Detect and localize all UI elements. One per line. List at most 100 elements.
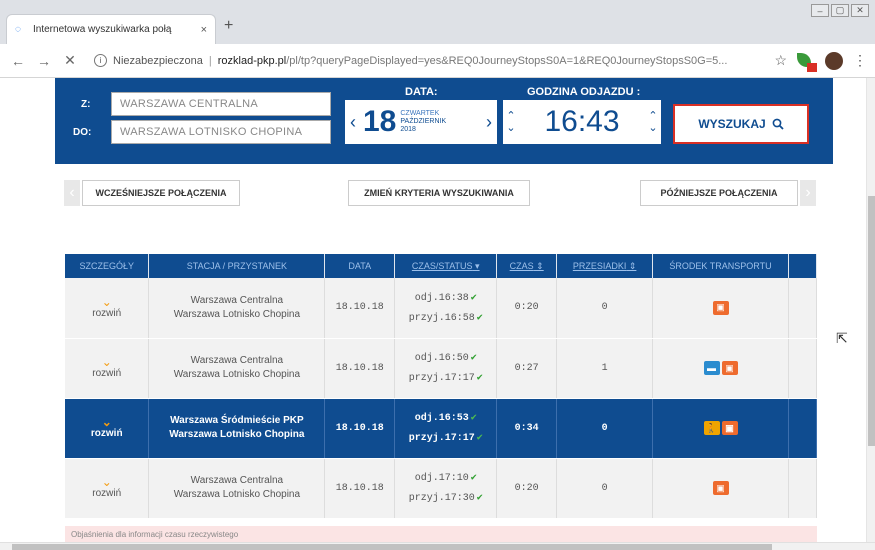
browser-tab[interactable]: ◌ Internetowa wyszukiwarka połą ×	[6, 14, 216, 44]
row-arrival: przyj.17:30	[408, 493, 475, 504]
address-bar[interactable]: i Niezabezpieczona | rozklad-pkp.pl /pl/…	[86, 49, 764, 73]
train-icon: ▣	[712, 300, 729, 315]
date-year: 2018	[400, 126, 416, 133]
col-header-transport: ŚRODEK TRANSPORTU	[652, 254, 789, 278]
table-row[interactable]: ⌄ rozwiń Warszawa Centralna Warszawa Lotni…	[65, 278, 818, 339]
table-row[interactable]: ⌄ rozwiń Warszawa Centralna Warszawa Lotni…	[65, 338, 818, 399]
col-header-transfers[interactable]: PRZESIADKI ⇕	[556, 254, 654, 278]
row-departure: odj.17:10	[414, 473, 469, 484]
menu-icon[interactable]: ⋮	[853, 52, 867, 69]
from-station-input[interactable]: WARSZAWA CENTRALNA	[111, 92, 331, 116]
expand-toggle[interactable]: ⌄ rozwiń	[65, 415, 148, 439]
chevron-down-icon: ⌄	[101, 475, 112, 489]
row-duration: 0:27	[496, 338, 558, 399]
date-details: CZWARTEK PAŹDZIERNIK 2018	[400, 110, 481, 134]
scrollbar-thumb[interactable]	[868, 196, 875, 446]
row-from-station: Warszawa Śródmieście PKP	[170, 415, 304, 426]
date-header: DATA:	[405, 86, 438, 98]
change-criteria-button[interactable]: ZMIEŃ KRYTERIA WYSZUKIWANIA	[348, 180, 530, 206]
date-month: PAŹDZIERNIK	[400, 118, 447, 125]
profile-avatar[interactable]	[825, 51, 843, 70]
time-spinner-right[interactable]: ⌃ ⌄	[645, 110, 661, 134]
extension-icon[interactable]	[797, 52, 817, 72]
check-icon: ✔	[470, 292, 477, 304]
row-duration: 0:34	[496, 398, 558, 459]
search-button-label: WYSZUKAJ	[698, 117, 766, 131]
earlier-arrow-icon[interactable]: ‹	[64, 180, 80, 206]
row-to-station: Warszawa Lotnisko Chopina	[173, 308, 301, 320]
next-day-icon[interactable]: ›	[481, 112, 497, 133]
time-value[interactable]: 16:43	[519, 105, 645, 139]
row-arrival: przyj.16:58	[408, 312, 475, 324]
expand-toggle[interactable]: ⌄ rozwiń	[65, 296, 148, 319]
row-date: 18.10.18	[324, 338, 396, 399]
table-row[interactable]: ⌄ rozwiń Warszawa Centralna Warszawa Lotni…	[65, 458, 818, 519]
to-label: DO:	[73, 127, 92, 138]
close-tab-icon[interactable]: ×	[201, 24, 207, 36]
expand-toggle[interactable]: ⌄ rozwiń	[65, 355, 148, 379]
row-from-station: Warszawa Centralna	[190, 475, 284, 486]
bookmark-star-icon[interactable]: ☆	[774, 52, 787, 69]
realtime-notice: Objaśnienia dla informacji czasu rzeczyw…	[65, 526, 817, 542]
time-spinner-left[interactable]: ⌃ ⌄	[503, 110, 519, 134]
row-to-station: Warszawa Lotnisko Chopina	[173, 489, 301, 500]
row-arrival: przyj.17:17	[408, 373, 475, 384]
browser-tabbar: ◌ Internetowa wyszukiwarka połą × + – ▢ …	[0, 0, 875, 44]
page-viewport: Z: DO: WARSZAWA CENTRALNA WARSZAWA LOTNI…	[0, 78, 866, 542]
from-label: Z:	[81, 99, 91, 110]
to-station-input[interactable]: WARSZAWA LOTNISKO CHOPINA	[111, 120, 331, 144]
tab-title: Internetowa wyszukiwarka połą	[33, 24, 172, 35]
close-window-icon[interactable]: ✕	[851, 4, 869, 17]
row-transfers: 0	[556, 278, 654, 339]
check-icon: ✔	[470, 413, 477, 424]
row-transfers: 0	[556, 398, 654, 459]
row-date: 18.10.18	[324, 278, 396, 339]
forward-icon[interactable]: →	[34, 53, 54, 69]
search-icon	[772, 118, 784, 130]
stop-icon[interactable]: ✕	[60, 52, 80, 69]
train-icon: ▣	[721, 421, 738, 435]
url-path: /pl/tp?queryPageDisplayed=yes&REQ0Journe…	[286, 54, 728, 67]
check-icon: ✔	[476, 312, 483, 324]
col-header-spacer	[788, 254, 818, 278]
tram-icon: ▬	[703, 361, 720, 375]
chevron-down-icon: ⌄	[101, 355, 112, 369]
search-button[interactable]: WYSZUKAJ	[673, 104, 809, 144]
chevron-down-icon: ⌄	[101, 415, 112, 429]
earlier-connections-button[interactable]: WCZEŚNIEJSZE POŁĄCZENIA	[82, 180, 240, 206]
info-icon[interactable]: i	[94, 54, 107, 67]
row-departure: odj.16:53	[414, 413, 469, 424]
back-icon[interactable]: ←	[8, 53, 28, 69]
horizontal-scrollbar[interactable]	[0, 542, 875, 550]
row-duration: 0:20	[496, 278, 558, 339]
col-header-time-status[interactable]: CZAS/STATUS ▾	[394, 254, 498, 278]
security-label: Niezabezpieczona	[113, 54, 203, 67]
col-header-date: DATA	[324, 254, 396, 278]
expand-toggle[interactable]: ⌄ rozwiń	[65, 475, 148, 499]
check-icon: ✔	[476, 433, 483, 444]
date-day: 18	[363, 105, 397, 138]
row-transfers: 0	[556, 458, 654, 519]
check-icon: ✔	[470, 473, 477, 484]
url-domain: rozklad-pkp.pl	[217, 54, 287, 67]
row-arrival: przyj.17:17	[408, 433, 475, 444]
table-row-selected[interactable]: ⌄ rozwiń Warszawa Śródmieście PKP Warszawa…	[65, 398, 818, 459]
time-header: GODZINA ODJAZDU :	[527, 86, 641, 98]
date-weekday: CZWARTEK	[400, 110, 440, 117]
globe-icon: ◌	[15, 23, 21, 35]
table-header-row: SZCZEGÓŁY STACJA / PRZYSTANEK DATA CZAS/…	[65, 254, 818, 278]
later-connections-button[interactable]: PÓŹNIEJSZE POŁĄCZENIA	[640, 180, 798, 206]
check-icon: ✔	[476, 373, 483, 384]
row-date: 18.10.18	[324, 398, 396, 459]
restore-icon[interactable]: ▢	[831, 4, 849, 17]
check-icon: ✔	[470, 353, 477, 364]
minimize-icon[interactable]: –	[811, 4, 829, 17]
connections-table: SZCZEGÓŁY STACJA / PRZYSTANEK DATA CZAS/…	[65, 254, 818, 519]
later-arrow-icon[interactable]: ›	[800, 180, 816, 206]
col-header-duration[interactable]: CZAS ⇕	[496, 254, 558, 278]
vertical-scrollbar[interactable]	[866, 78, 875, 542]
new-tab-button[interactable]: +	[224, 17, 233, 35]
time-picker: ⌃ ⌄ 16:43 ⌃ ⌄	[503, 100, 661, 144]
hscrollbar-thumb[interactable]	[12, 544, 772, 550]
prev-day-icon[interactable]: ‹	[345, 112, 361, 133]
